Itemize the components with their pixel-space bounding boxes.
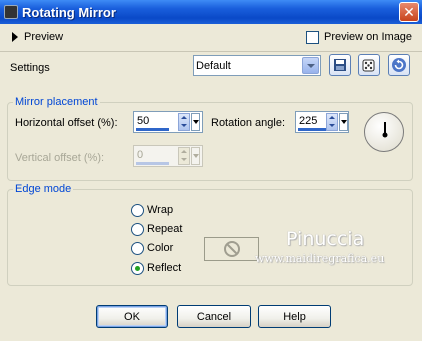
edge-color-label[interactable]: Color	[147, 242, 173, 254]
rotation-angle-bar	[298, 128, 326, 131]
edge-repeat-radio[interactable]	[131, 223, 144, 236]
preset-select[interactable]: Default	[193, 55, 321, 76]
preview-on-image-label[interactable]: Preview on Image	[324, 31, 412, 43]
horizontal-offset-label: Horizontal offset (%):	[15, 117, 118, 129]
edge-reflect-radio[interactable]	[131, 262, 144, 275]
dial-pointer-icon	[382, 122, 388, 138]
settings-row: Settings Default	[0, 52, 422, 87]
save-preset-button[interactable]	[329, 54, 351, 76]
no-color-icon	[224, 241, 240, 257]
preview-toggle-label[interactable]: Preview	[24, 31, 63, 43]
cancel-button[interactable]: Cancel	[177, 305, 251, 328]
vertical-offset-value: 0	[137, 149, 144, 161]
rotation-angle-updown[interactable]	[326, 113, 338, 131]
save-icon	[334, 59, 346, 71]
close-icon: ✕	[403, 3, 415, 20]
edge-repeat-label[interactable]: Repeat	[147, 223, 182, 235]
vertical-offset-spinner[interactable]: 0	[133, 145, 203, 167]
horizontal-offset-dropdown[interactable]	[191, 113, 200, 131]
preview-row: Preview Preview on Image	[0, 24, 422, 52]
rotation-angle-value: 225	[299, 115, 318, 127]
horizontal-offset-spinner[interactable]: 50	[133, 111, 203, 133]
help-button[interactable]: Help	[258, 305, 331, 328]
close-button[interactable]: ✕	[399, 2, 419, 22]
vertical-offset-updown[interactable]	[178, 147, 190, 165]
horizontal-offset-value: 50	[137, 115, 150, 127]
edge-wrap-label[interactable]: Wrap	[147, 204, 173, 216]
vertical-offset-dropdown[interactable]	[191, 147, 200, 165]
rotation-dial[interactable]	[364, 112, 404, 152]
chevron-down-icon[interactable]	[302, 57, 319, 74]
edge-color-swatch[interactable]	[204, 237, 259, 261]
horizontal-offset-bar	[136, 128, 169, 131]
mirror-placement-label: Mirror placement	[13, 96, 100, 108]
app-icon	[4, 5, 18, 19]
edge-mode-label: Edge mode	[13, 183, 74, 195]
preview-on-image-checkbox[interactable]	[306, 31, 319, 44]
ok-button[interactable]: OK	[96, 305, 168, 328]
watermark-url: www.maidiregrafica.eu	[255, 252, 385, 265]
dice-icon	[362, 59, 375, 72]
randomize-button[interactable]	[358, 54, 380, 76]
rotation-angle-spinner[interactable]: 225	[295, 111, 349, 133]
title-bar: Rotating Mirror ✕	[0, 0, 422, 24]
mirror-placement-group	[7, 102, 413, 181]
edge-wrap-radio[interactable]	[131, 204, 144, 217]
edge-reflect-label[interactable]: Reflect	[147, 262, 181, 274]
watermark-name: Pinuccia	[286, 228, 365, 250]
window-title: Rotating Mirror	[22, 4, 116, 20]
rotation-angle-label: Rotation angle:	[211, 117, 285, 129]
edge-color-radio[interactable]	[131, 242, 144, 255]
horizontal-offset-updown[interactable]	[178, 113, 190, 131]
rotation-angle-dropdown[interactable]	[339, 113, 348, 131]
reset-button[interactable]	[388, 54, 410, 76]
vertical-offset-label: Vertical offset (%):	[15, 152, 105, 164]
reset-icon	[392, 58, 406, 72]
vertical-offset-bar	[136, 162, 169, 165]
preset-select-value: Default	[196, 59, 231, 72]
expand-preview-icon[interactable]	[12, 32, 18, 42]
settings-label: Settings	[10, 62, 50, 74]
